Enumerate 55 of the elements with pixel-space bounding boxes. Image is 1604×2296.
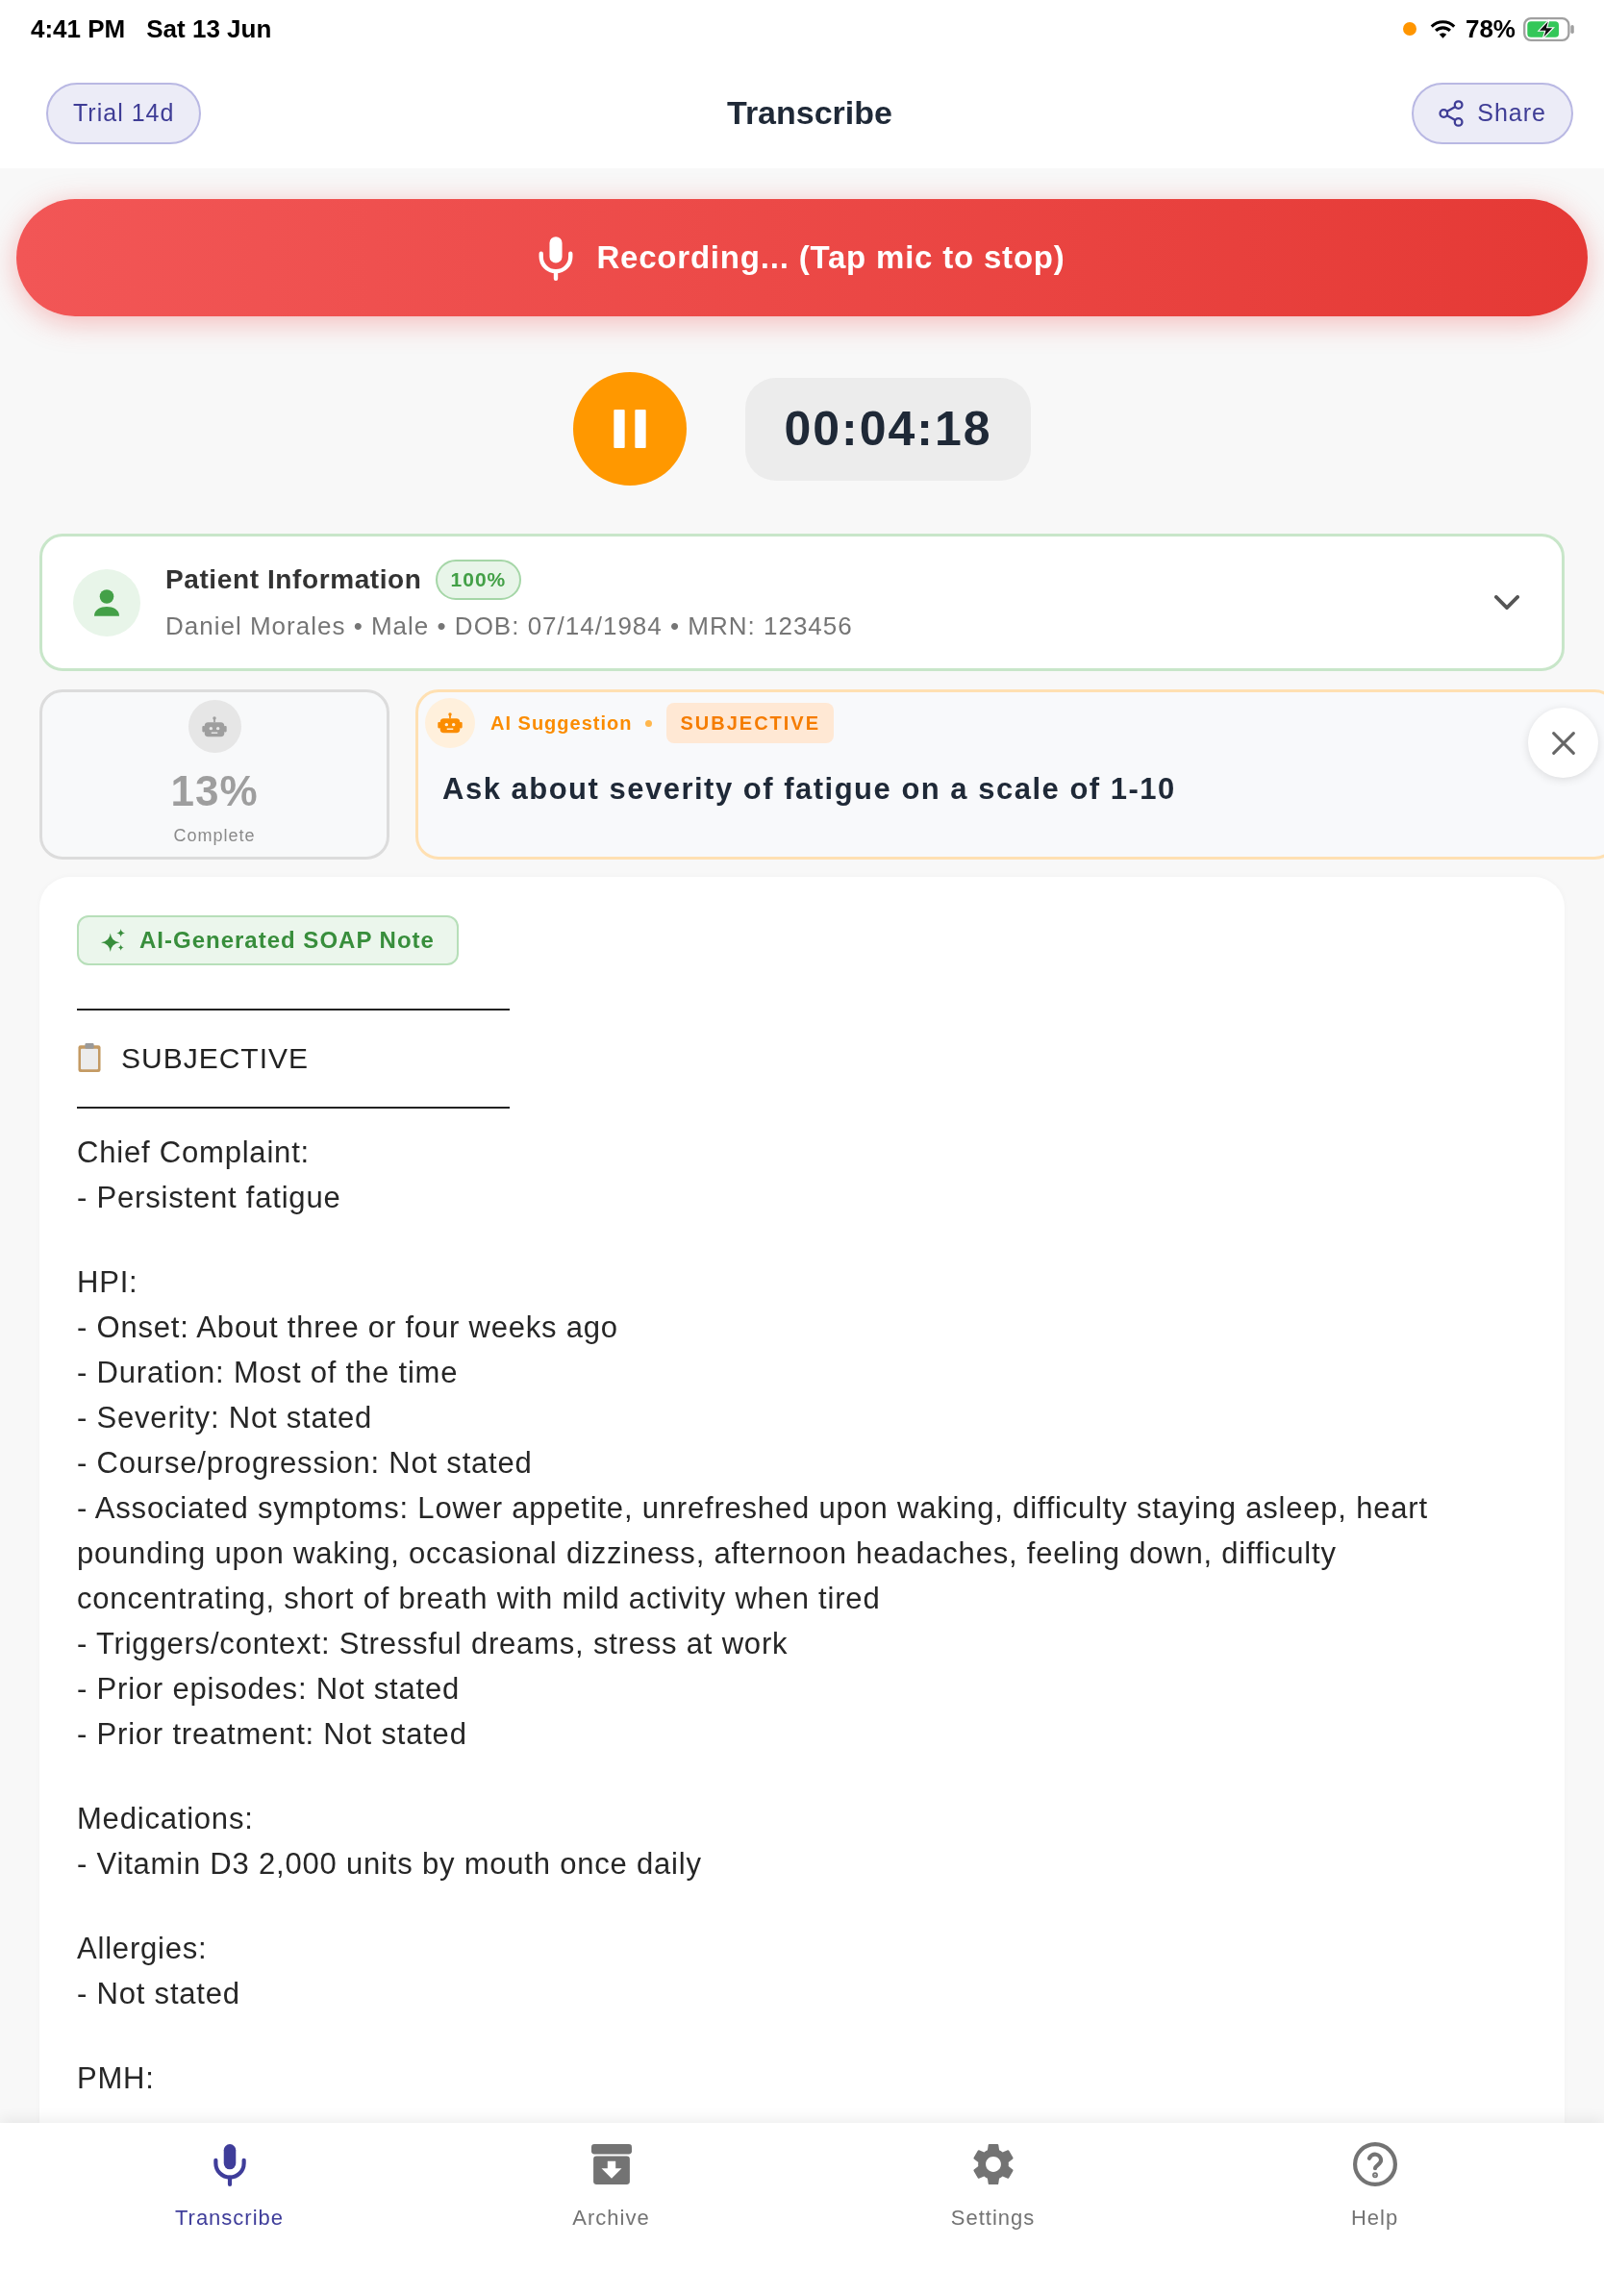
robot-icon (425, 698, 475, 748)
progress-percentage: 13% (170, 766, 259, 816)
note-line: - Triggers/context: Stressful dreams, stress at work (77, 1626, 789, 1662)
note-line: - Vitamin D3 2,000 units by mouth once daily (77, 1846, 703, 1883)
status-date: Sat 13 Jun (146, 12, 272, 45)
sparkles-icon (101, 929, 125, 952)
note-line: - Duration: Most of the time (77, 1355, 460, 1391)
help-icon (1352, 2142, 1397, 2186)
suggestion-label: AI Suggestion (490, 711, 633, 736)
badge-label: AI-Generated SOAP Note (139, 926, 435, 955)
pause-icon (613, 410, 647, 448)
note-line: - Course/progression: Not stated (77, 1445, 534, 1482)
page-title: Transcribe (727, 93, 892, 133)
note-line: - Prior treatment: Not stated (77, 1716, 468, 1753)
recording-button[interactable]: Recording... (Tap mic to stop) (16, 199, 1588, 316)
wifi-icon (1429, 19, 1456, 38)
patient-details: Daniel Morales • Male • DOB: 07/14/1984 • MRN: 123456 (165, 611, 853, 642)
progress-label: Complete (173, 825, 256, 847)
microphone-icon (213, 2142, 246, 2186)
note-line: - Prior episodes: Not stated (77, 1671, 462, 1708)
clipboard-icon (77, 1043, 102, 1072)
note-line: - Not stated (77, 1976, 241, 2012)
elapsed-timer: 00:04:18 (745, 377, 1031, 481)
section-badge: SUBJECTIVE (666, 703, 835, 743)
archive-box-icon (590, 2144, 632, 2184)
note-heading: Allergies: (77, 1931, 209, 1967)
tab-bar-item[interactable]: Settings (802, 2142, 1184, 2234)
share-icon (1439, 99, 1465, 127)
share-button[interactable]: Share (1412, 82, 1573, 144)
note-heading: PMH: (77, 2060, 156, 2097)
tab-bar-item[interactable]: Transcribe (38, 2142, 420, 2234)
note-line: - Associated symptoms: Lower appetite, unrefreshed upon waking, difficulty staying asleep, heart pounding upon waking, occasional dizziness, afternoon headaches, feeling down, difficulty concentrating, short of breath with mild activity when tired (77, 1490, 1429, 1617)
patient-info-card[interactable]: Patient Information 100% Daniel Morales • Male • DOB: 07/14/1984 • MRN: 123456 (39, 534, 1565, 671)
close-button[interactable] (1528, 708, 1598, 778)
battery-charging-icon (1523, 16, 1575, 41)
note-heading: HPI: (77, 1264, 139, 1301)
microphone-icon (539, 235, 574, 281)
completeness-badge: 100% (435, 560, 522, 600)
trial-button[interactable]: Trial 14d (46, 82, 202, 144)
suggestion-text: Ask about severity of fatigue on a scale of 1-10 (442, 771, 1176, 808)
settings-icon (972, 2143, 1014, 2185)
tab-bar-item[interactable]: Archive (420, 2142, 802, 2234)
rule-line: ——————————————— (77, 990, 510, 1025)
tab-bar-item[interactable]: Help (1184, 2142, 1566, 2234)
note-line: - Onset: About three or four weeks ago (77, 1310, 619, 1346)
note-heading: Chief Complaint: (77, 1135, 311, 1171)
note-heading: Medications: (77, 1801, 255, 1837)
close-icon (1551, 731, 1575, 755)
rule-line: ——————————————— (77, 1088, 510, 1123)
note-line: - Persistent fatigue (77, 1180, 342, 1216)
status-time: 4:41 PM (31, 12, 126, 45)
card-title: Patient Information (165, 563, 422, 596)
note-line: - Severity: Not stated (77, 1400, 374, 1436)
section-heading: SUBJECTIVE (121, 1040, 310, 1076)
battery-percentage: 78% (1465, 12, 1516, 45)
